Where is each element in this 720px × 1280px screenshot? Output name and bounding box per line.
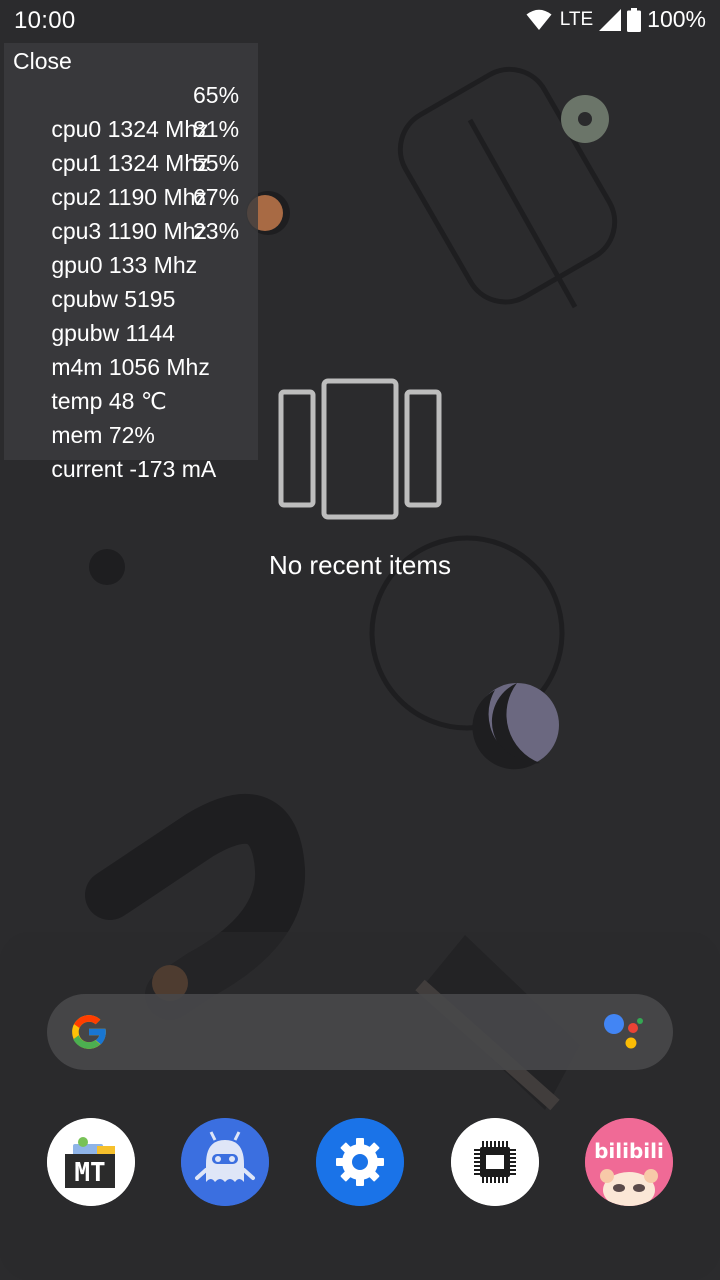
wifi-icon (526, 9, 552, 31)
status-bar: 10:00 LTE 100% (0, 0, 720, 42)
monitor-percent: 81% (193, 116, 240, 142)
monitor-row: temp 48 ℃ (13, 350, 166, 414)
battery-percentage: 100% (647, 6, 706, 32)
performance-monitor-overlay: Close cpu0 1324 Mhz 65% cpu1 1324 Mhz 81… (4, 43, 258, 482)
monitor-row: gpu0 133 Mhz 23% (13, 214, 239, 278)
bilibili-icon: bilibili (585, 1118, 673, 1206)
recents-empty-icon (278, 378, 442, 525)
monitor-percent: 65% (193, 82, 240, 108)
battery-icon (627, 7, 642, 32)
signal-icon (599, 8, 622, 31)
monitor-row: cpubw 5195 (13, 248, 175, 312)
no-recent-items-text: No recent items (268, 550, 452, 580)
monitor-row: current -173 mA (13, 418, 216, 482)
dock-app-mt-manager[interactable]: MT (47, 1118, 135, 1206)
dock-app-bilibili[interactable]: bilibili (585, 1118, 673, 1206)
monitor-percent: 23% (193, 218, 240, 244)
android-ghost-icon (181, 1118, 269, 1206)
monitor-row: cpu0 1324 Mhz 65% (13, 78, 239, 142)
monitor-row: gpubw 1144 (13, 282, 175, 346)
monitor-row: cpu2 1190 Mhz 55% (13, 146, 239, 210)
monitor-percent: 67% (193, 184, 240, 210)
monitor-percent: 55% (193, 150, 240, 176)
monitor-label: current -173 mA (51, 456, 217, 482)
home-screen: 10:00 LTE 100% Close cpu0 1324 Mhz 65% c… (0, 0, 720, 1280)
google-search-bar[interactable] (47, 994, 673, 1070)
google-g-icon[interactable] (67, 1010, 111, 1059)
monitor-row: cpu1 1324 Mhz 81% (13, 112, 239, 176)
assistant-icon[interactable] (603, 1012, 645, 1057)
close-button[interactable]: Close (13, 44, 72, 78)
status-time: 10:00 (14, 7, 76, 34)
bilibili-label: bilibili (594, 1139, 664, 1163)
monitor-row: mem 72% (13, 384, 155, 448)
chip-icon (451, 1118, 539, 1206)
status-icons: LTE 100% (526, 6, 706, 33)
mt-manager-icon: MT (47, 1118, 135, 1206)
gear-icon (316, 1118, 404, 1206)
mt-manager-label: MT (74, 1158, 105, 1188)
network-type: LTE (559, 8, 594, 30)
dock-app-device-info[interactable] (451, 1118, 539, 1206)
monitor-row: m4m 1056 Mhz (13, 316, 210, 380)
monitor-row: cpu3 1190 Mhz 67% (13, 180, 239, 244)
dock-app-ghost[interactable] (181, 1118, 269, 1206)
dock-app-settings[interactable] (316, 1118, 404, 1206)
